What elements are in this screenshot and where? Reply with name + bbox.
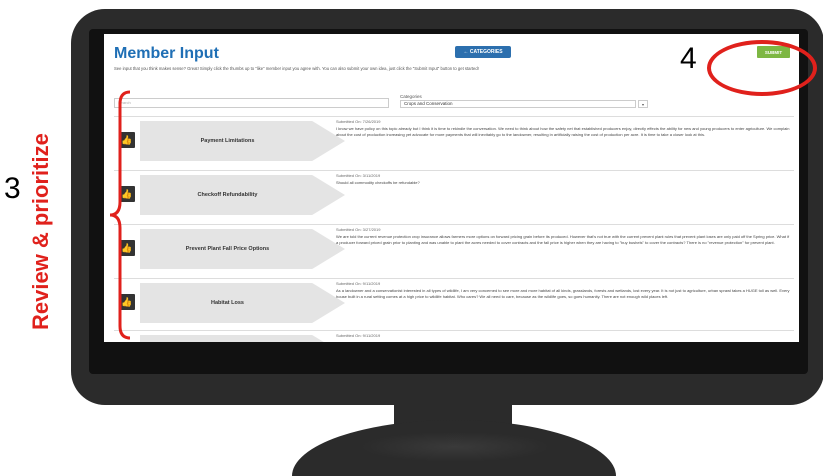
submit-highlight-ring bbox=[707, 40, 817, 96]
chevron-down-icon[interactable]: ▾ bbox=[638, 100, 648, 108]
list-item: 👍 Checkoff Refundability Submitted On: 3… bbox=[114, 170, 794, 223]
page-title: Member Input bbox=[114, 45, 219, 62]
item-title-arrow: Payment Limitations bbox=[140, 121, 345, 161]
item-submitted-date: Submitted On: 9/11/2019 bbox=[336, 281, 381, 286]
item-description: As a landowner and a conservationist int… bbox=[336, 288, 790, 299]
item-title-arrow bbox=[140, 335, 345, 342]
app-screen: Member Input See input that you think ma… bbox=[104, 34, 799, 342]
categories-button-label: CATEGORIES bbox=[469, 49, 503, 55]
review-prioritize-label: Review & prioritize bbox=[28, 133, 53, 330]
categories-button[interactable]: ← CATEGORIES bbox=[455, 46, 511, 58]
item-description: We are told the current revenue protecti… bbox=[336, 234, 790, 245]
curly-brace-icon bbox=[110, 90, 131, 340]
item-description: I know we have policy on this topic alre… bbox=[336, 126, 790, 137]
list-item: 👍 Habitat Loss Submitted On: 9/11/2019 A… bbox=[114, 278, 794, 331]
list-item: 👍 Submitted On: 9/11/2019 bbox=[114, 330, 794, 342]
item-submitted-date: Submitted On: 7/26/2019 bbox=[336, 119, 381, 124]
monitor-stand-highlight bbox=[360, 432, 550, 462]
item-submitted-date: Submitted On: 3/11/2019 bbox=[336, 173, 381, 178]
item-title: Habitat Loss bbox=[210, 300, 244, 306]
item-description: Should all commodity checkoffs be refund… bbox=[336, 180, 420, 185]
item-title: Checkoff Refundability bbox=[197, 192, 258, 198]
categories-select[interactable]: Crops and Conservation bbox=[400, 100, 636, 108]
item-title: Prevent Plant Fall Price Options bbox=[185, 246, 270, 252]
search-input[interactable]: Search bbox=[114, 98, 389, 108]
step-4-label: 4 bbox=[680, 42, 697, 75]
intro-text: See input that you think makes sense? Gr… bbox=[114, 66, 479, 71]
step-3-label: 3 bbox=[4, 172, 21, 205]
list-item: 👍 Payment Limitations Submitted On: 7/26… bbox=[114, 116, 794, 169]
item-title-arrow: Checkoff Refundability bbox=[140, 175, 345, 215]
item-submitted-date: Submitted On: 9/11/2019 bbox=[336, 333, 381, 338]
list-item: 👍 Prevent Plant Fall Price Options Submi… bbox=[114, 224, 794, 277]
item-title: Payment Limitations bbox=[200, 138, 255, 144]
categories-label: Categories bbox=[400, 94, 422, 99]
item-title-arrow: Habitat Loss bbox=[140, 283, 345, 323]
item-submitted-date: Submitted On: 3/27/2019 bbox=[336, 227, 381, 232]
item-title-arrow: Prevent Plant Fall Price Options bbox=[140, 229, 345, 269]
